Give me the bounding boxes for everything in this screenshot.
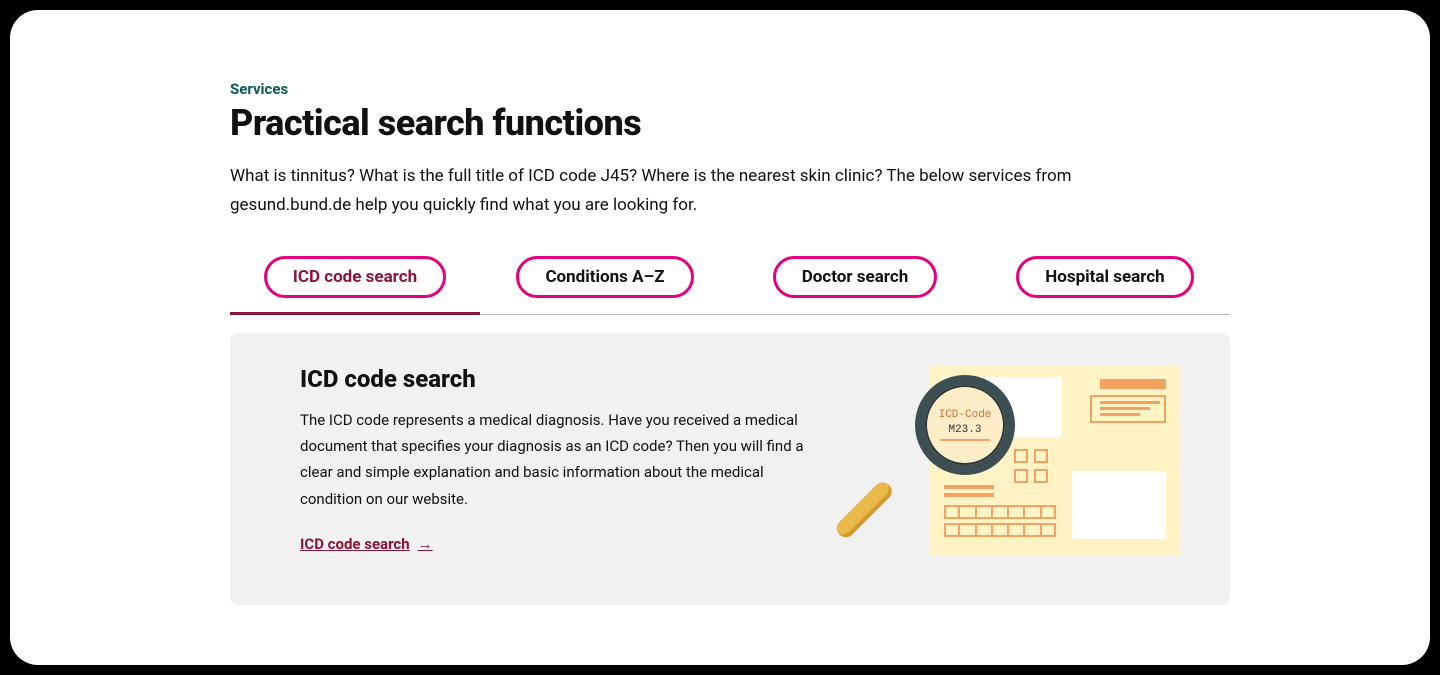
panel-title: ICD code search <box>300 365 820 393</box>
tab-icd-code-search[interactable]: ICD code search <box>230 244 480 314</box>
magnifier-label-1: ICD-Code <box>939 408 992 422</box>
tab-conditions-az[interactable]: Conditions A–Z <box>480 244 730 314</box>
eyebrow: Services <box>230 80 1230 98</box>
intro-text: What is tinnitus? What is the full title… <box>230 162 1150 220</box>
tab-label: Hospital search <box>1016 256 1193 298</box>
services-card: Services Practical search functions What… <box>10 10 1430 665</box>
arrow-right-icon: → <box>418 535 433 553</box>
link-label: ICD code search <box>300 535 410 553</box>
tab-panel: ICD code search The ICD code represents … <box>230 333 1230 605</box>
panel-body: The ICD code represents a medical diagno… <box>300 407 820 512</box>
tab-hospital-search[interactable]: Hospital search <box>980 244 1230 314</box>
illustration: ICD-Code M23.3 <box>860 365 1190 565</box>
magnifier-label-2: M23.3 <box>948 423 981 437</box>
panel-text: ICD code search The ICD code represents … <box>300 365 820 553</box>
icd-code-search-link[interactable]: ICD code search → <box>300 535 433 553</box>
page-title: Practical search functions <box>230 102 1230 144</box>
tab-label: ICD code search <box>264 256 446 298</box>
tabs: ICD code search Conditions A–Z Doctor se… <box>230 244 1230 315</box>
tab-label: Conditions A–Z <box>516 256 693 298</box>
tab-label: Doctor search <box>773 256 938 298</box>
tab-doctor-search[interactable]: Doctor search <box>730 244 980 314</box>
magnifier-icon: ICD-Code M23.3 <box>870 375 1025 545</box>
